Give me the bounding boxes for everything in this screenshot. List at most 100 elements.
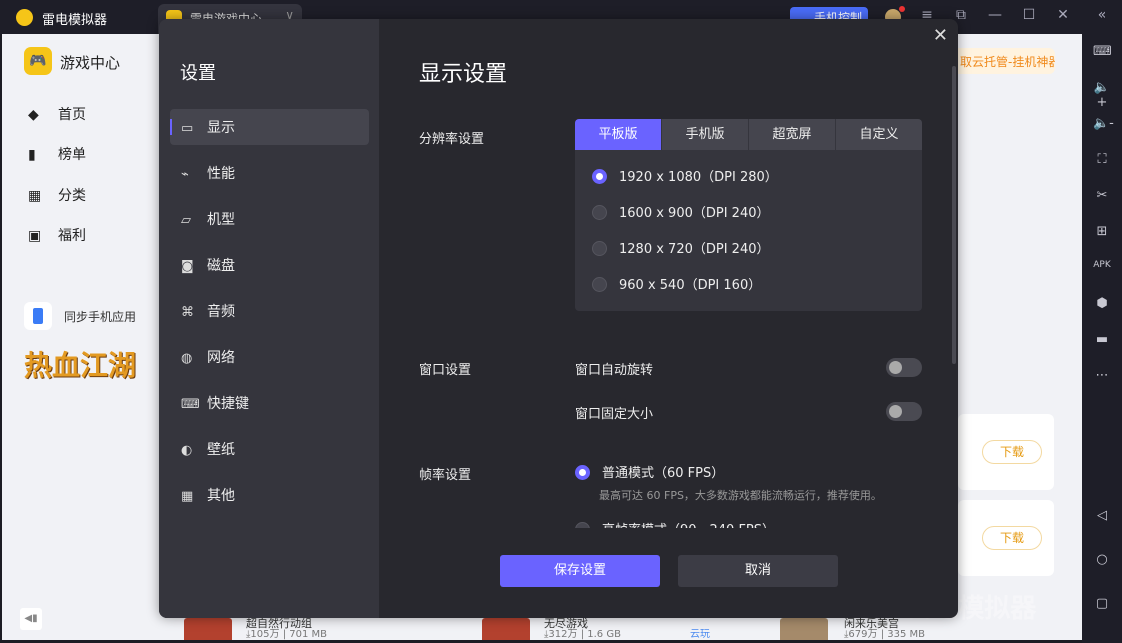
collapse-toolbar-icon[interactable]: « [1092,7,1112,23]
resolution-panel: 平板版 手机版 超宽屏 自定义 1920 x 1080（DPI 280） 160… [575,119,922,311]
recents-icon[interactable]: ▢ [1093,596,1111,611]
label: 1280 x 720（DPI 240） [619,242,770,257]
phone-sync-icon[interactable] [24,302,52,330]
label: 壁纸 [207,442,235,458]
apk-icon[interactable]: APK [1093,260,1111,270]
cancel-button[interactable]: 取消 [678,555,838,587]
save-button[interactable]: 保存设置 [500,555,660,587]
settings-nav-performance[interactable]: ⌁ 性能 [170,155,369,191]
folder-icon[interactable]: ▬ [1093,332,1111,347]
sidebar-item-home[interactable]: ◆ 首页 [28,104,86,124]
resolution-option[interactable]: 1920 x 1080（DPI 280） [592,166,778,185]
game-stats: ⤓105万 | 701 MB [246,629,328,640]
pulse-icon: ⌁ [181,167,189,182]
download-button[interactable]: 下载 [982,440,1042,464]
game-thumbnail[interactable] [482,618,530,640]
minimize-icon[interactable]: — [985,7,1005,23]
scrollbar[interactable] [952,66,956,364]
fullscreen-icon[interactable]: ⛶ [1093,152,1111,167]
category-icon: ▦ [28,188,42,204]
label: 福利 [58,228,86,244]
game-thumbnail[interactable] [780,618,828,640]
right-toolbar: ⌨ 🔈+ 🔈- ⛶ ✂ ⊞ APK ⬢ ▬ ⋯ ◁ ○ ▢ [1082,34,1122,643]
monitor-icon: ▭ [181,121,194,136]
promo-banner[interactable]: 取云托管-挂机神器 [953,48,1055,74]
more-icon[interactable]: ⋯ [1093,368,1111,383]
palette-icon: ◐ [181,443,193,458]
resolution-option[interactable]: 1280 x 720（DPI 240） [592,238,769,257]
sync-phone-apps[interactable]: 同步手机应用 [64,308,136,325]
tab-ultrawide[interactable]: 超宽屏 [749,119,835,150]
sidebar-item-ranking[interactable]: ▮ 榜单 [28,144,86,164]
label: 音频 [207,304,235,320]
game-card: 下载 [958,500,1054,576]
sidebar-item-category[interactable]: ▦ 分类 [28,185,86,205]
gamepad-icon: ◆ [28,107,39,123]
radio-selected[interactable] [592,169,607,184]
settings-dialog: 设置 ▭ 显示 ⌁ 性能 ▱ 机型 ◙ 磁盘 ⌘ 音频 ◍ 网络 ⌨ 快捷键 ◐ 壁纸 ▦ 其他 … [159,19,958,618]
settings-nav-shortcuts[interactable]: ⌨ 快捷键 [170,385,369,421]
game-center-title: 游戏中心 [60,54,121,72]
game-stats: ⤓312万 | 1.6 GB [544,629,621,640]
settings-nav-wallpaper[interactable]: ◐ 壁纸 [170,431,369,467]
maximize-icon[interactable]: ☐ [1019,7,1039,23]
volume-down-icon[interactable]: 🔈- [1093,116,1114,131]
radio-selected[interactable] [575,465,590,480]
game-thumbnail[interactable] [184,618,232,640]
scissors-icon[interactable]: ✂ [1093,188,1111,203]
home-icon[interactable]: ○ [1093,552,1111,567]
chart-icon: ▮ [28,147,36,163]
label: 960 x 540（DPI 160） [619,278,762,293]
game-card: 下载 [958,414,1054,490]
fps-normal-desc: 最高可达 60 FPS，大多数游戏都能流畅运行，推荐使用。 [599,489,882,502]
settings-title: 设置 [180,63,216,84]
resolution-option[interactable]: 960 x 540（DPI 160） [592,274,761,293]
auto-rotate-toggle[interactable] [886,358,922,377]
label: 榜单 [58,147,86,163]
cloud-play-button[interactable]: 云玩 [690,630,710,640]
settings-nav-disk[interactable]: ◙ 磁盘 [170,247,369,283]
gift-icon: ▣ [28,228,42,244]
tab-custom[interactable]: 自定义 [836,119,922,150]
folder-icon: ▱ [181,213,191,228]
label: 首页 [58,107,86,123]
fixed-size-toggle[interactable] [886,402,922,421]
settings-nav-network[interactable]: ◍ 网络 [170,339,369,375]
settings-nav-display[interactable]: ▭ 显示 [170,109,369,145]
tab-phone[interactable]: 手机版 [662,119,748,150]
close-icon[interactable]: ✕ [933,25,948,46]
download-button[interactable]: 下载 [982,526,1042,550]
disk-icon: ◙ [181,259,194,274]
fixed-size-label: 窗口固定大小 [575,407,654,422]
gamepad-icon: ⌘ [181,305,194,320]
hexagon-icon[interactable]: ⬢ [1093,296,1111,311]
label: 机型 [207,212,235,228]
keyboard-icon: ⌨ [181,397,200,412]
volume-up-icon[interactable]: 🔈+ [1093,80,1111,110]
label: 普通模式（60 FPS） [602,466,725,481]
scroll-fade [379,528,958,548]
settings-nav-audio[interactable]: ⌘ 音频 [170,293,369,329]
settings-nav: 设置 ▭ 显示 ⌁ 性能 ▱ 机型 ◙ 磁盘 ⌘ 音频 ◍ 网络 ⌨ 快捷键 ◐ 壁纸 ▦ 其他 [159,19,379,618]
add-window-icon[interactable]: ⊞ [1093,224,1111,239]
globe-icon: ◍ [181,351,193,366]
settings-nav-other[interactable]: ▦ 其他 [170,477,369,513]
tab-tablet[interactable]: 平板版 [575,119,661,150]
radio[interactable] [592,241,607,256]
game-banner[interactable]: 热血江湖 [24,344,142,404]
radio[interactable] [592,205,607,220]
keyboard-icon[interactable]: ⌨ [1093,44,1112,59]
label: 性能 [207,166,235,182]
resolution-option[interactable]: 1600 x 900（DPI 240） [592,202,769,221]
back-icon[interactable]: ◁ [1093,508,1111,523]
settings-nav-model[interactable]: ▱ 机型 [170,201,369,237]
sidebar-item-welfare[interactable]: ▣ 福利 [28,225,86,245]
resolution-label: 分辨率设置 [419,132,485,147]
fps-normal-option[interactable]: 普通模式（60 FPS） [575,462,724,481]
collapse-sidebar-icon[interactable]: ◀▮ [20,608,42,630]
auto-rotate-label: 窗口自动旋转 [575,363,654,378]
close-window-icon[interactable]: ✕ [1053,7,1073,23]
app-title: 雷电模拟器 [42,13,108,28]
label: 网络 [207,350,235,366]
radio[interactable] [592,277,607,292]
